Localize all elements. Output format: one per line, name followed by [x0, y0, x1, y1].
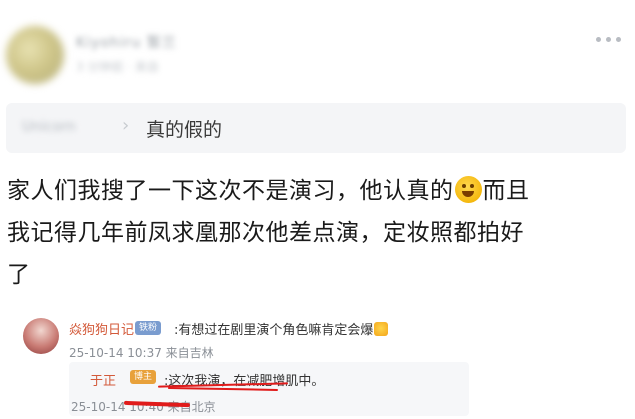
- post-body: 家人们我搜了一下这次不是演习，他认真的 而且 我记得几年前凤求凰那次他差点演，定妆…: [7, 170, 627, 296]
- embedded-comment-screenshot: 焱狗狗日记 铁粉 :有想过在剧里演个角色嘛肯定会爆 25-10-14 10:37…: [8, 310, 628, 419]
- commenter-name: 焱狗狗日记: [69, 323, 135, 338]
- post-header: Kiyohiru 暂兰 3 分钟前 · 来自: [0, 0, 635, 100]
- fan-badge: 铁粉: [135, 321, 162, 335]
- post-text-line3: 了: [7, 262, 31, 288]
- quoted-post[interactable]: Unicorn › 真的假的: [6, 103, 626, 153]
- chevron-right-icon: ›: [122, 115, 130, 136]
- author-name[interactable]: Kiyohiru 暂兰: [76, 32, 177, 51]
- commenter-avatar: [23, 318, 59, 354]
- post-text-line2: 我记得几年前凤求凰那次他差点演，定妆照都拍好: [7, 220, 524, 246]
- quoted-text: 真的假的: [146, 119, 223, 141]
- comment-meta: 25-10-14 10:37 来自吉林: [69, 346, 214, 360]
- author-avatar[interactable]: [6, 26, 64, 84]
- host-badge: 博主: [130, 370, 157, 384]
- comment-text: :有想过在剧里演个角色嘛肯定会爆: [174, 319, 389, 338]
- quoted-author: Unicorn: [22, 119, 76, 135]
- laughing-emoji-icon: [454, 176, 482, 203]
- post-text-line1-end: 而且: [482, 178, 530, 204]
- more-options-icon[interactable]: [596, 34, 622, 44]
- reply-author-name: 于正: [90, 374, 117, 389]
- emoji-icon: [374, 322, 389, 336]
- post-time: 3 分钟前 · 来自: [76, 60, 159, 74]
- post-text-line1: 家人们我搜了一下这次不是演习，他认真的: [7, 178, 454, 204]
